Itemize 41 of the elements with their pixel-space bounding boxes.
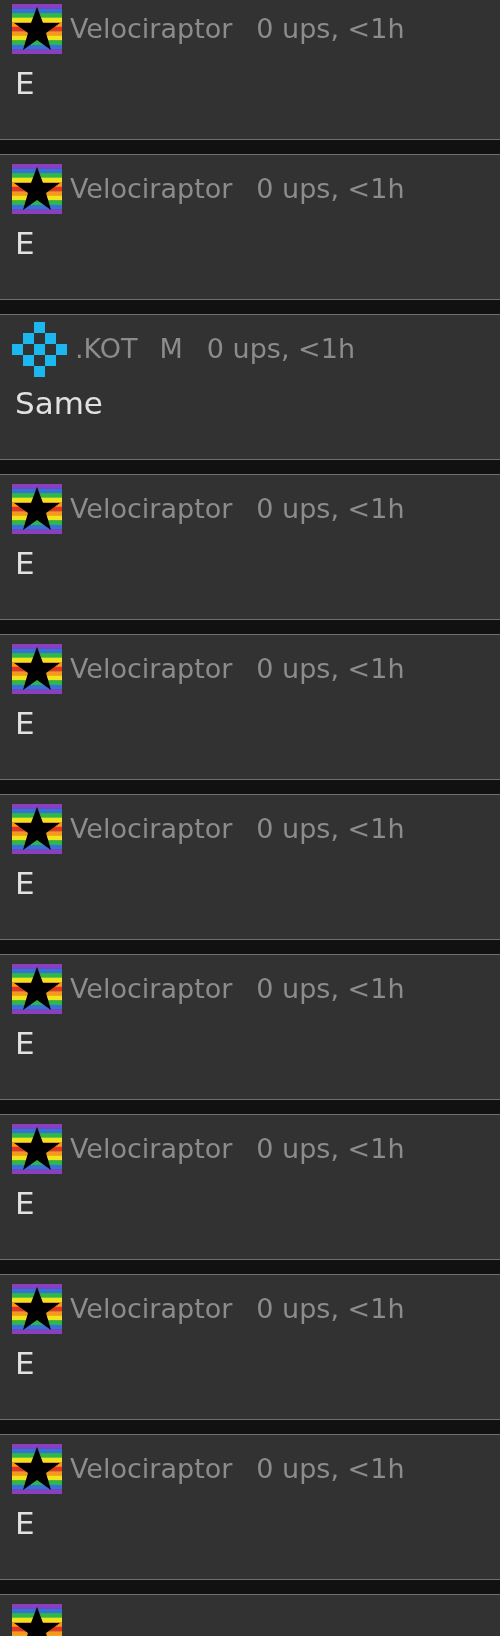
comment-meta: 0 ups, <1h bbox=[256, 1131, 405, 1166]
comment-text: E bbox=[14, 1188, 36, 1219]
comment-meta: 0 ups, <1h bbox=[256, 171, 405, 206]
comment-meta: 0 ups, <1h bbox=[256, 811, 405, 846]
star-avatar-icon bbox=[12, 1284, 62, 1334]
comment-meta: 0 ups, <1h bbox=[256, 1451, 405, 1486]
comment-meta: 0 ups, <1h bbox=[206, 331, 356, 366]
comment-text: E bbox=[14, 868, 36, 899]
star-avatar-icon bbox=[12, 804, 62, 854]
username-link[interactable]: Velociraptor bbox=[70, 8, 233, 50]
comment-text: Same bbox=[14, 388, 104, 419]
comment-text: E bbox=[14, 1348, 36, 1379]
username-link[interactable]: Velociraptor bbox=[70, 168, 233, 210]
username-link[interactable]: Velociraptor bbox=[70, 488, 233, 530]
username-link[interactable]: Velociraptor bbox=[70, 1128, 233, 1170]
comment-meta: 0 ups, <1h bbox=[256, 971, 405, 1006]
comment-meta: 0 ups, <1h bbox=[256, 1291, 405, 1326]
comment-text: E bbox=[14, 1028, 36, 1059]
username-link[interactable]: Velociraptor bbox=[70, 1288, 233, 1330]
comment-meta: 0 ups, <1h bbox=[256, 11, 405, 46]
comment-meta: 0 ups, <1h bbox=[256, 651, 405, 686]
star-avatar-icon bbox=[12, 4, 62, 54]
username-link[interactable]: Velociraptor bbox=[70, 1448, 233, 1490]
comment-meta: 0 ups, <1h bbox=[256, 491, 405, 526]
star-avatar-icon bbox=[12, 964, 62, 1014]
comment-text: E bbox=[14, 68, 36, 99]
star-avatar-icon bbox=[12, 164, 62, 214]
star-avatar-icon bbox=[12, 1124, 62, 1174]
comment-text: E bbox=[14, 228, 36, 259]
pixel-diamond-icon bbox=[12, 321, 67, 377]
username-link[interactable]: Velociraptor bbox=[70, 968, 233, 1010]
star-avatar-icon bbox=[12, 644, 62, 694]
comment-text: E bbox=[14, 548, 36, 579]
mod-label: M bbox=[159, 331, 183, 366]
star-avatar-icon bbox=[12, 1444, 62, 1494]
username-link[interactable]: Velociraptor bbox=[70, 648, 233, 690]
username-link[interactable]: Velociraptor bbox=[70, 808, 233, 850]
username-link[interactable]: .KOT bbox=[75, 328, 138, 370]
comment-text: E bbox=[14, 1508, 36, 1539]
comment-text: E bbox=[14, 708, 36, 739]
star-avatar-icon bbox=[12, 484, 62, 534]
